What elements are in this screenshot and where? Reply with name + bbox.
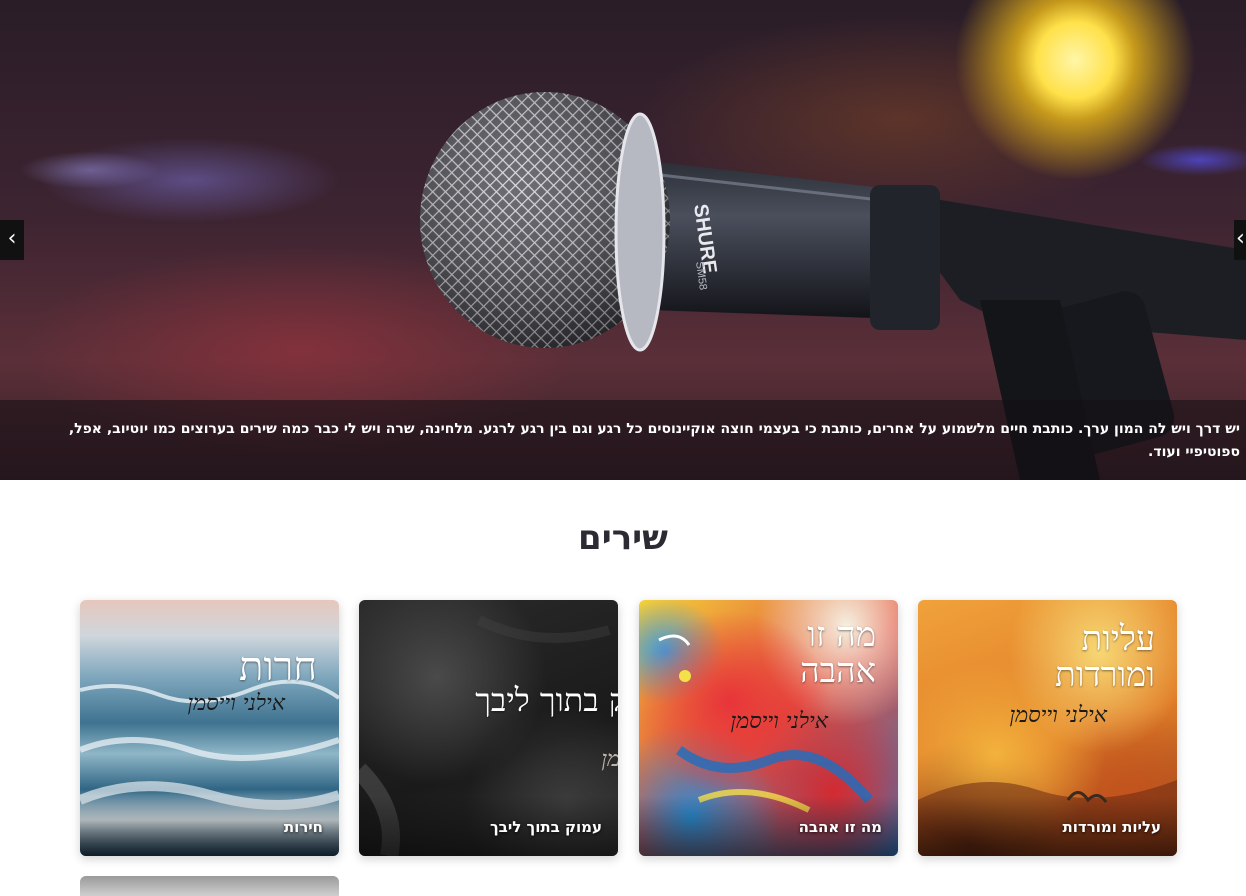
cover-title-line: ומורדות <box>1054 654 1155 695</box>
chevron-icon: ‹ <box>7 226 17 251</box>
hero-caption-text: יש דרך ויש לה המון ערך. כותבת חיים מלשמו… <box>68 421 1240 460</box>
song-card[interactable]: ק בתוך ליבך מן עמוק בתוך ליבך <box>359 600 618 856</box>
cover-title-line: חרות <box>239 644 317 690</box>
song-card-partial[interactable] <box>80 876 339 896</box>
cover-signature: אילני וייסמן <box>187 691 285 716</box>
hero-caption: יש דרך ויש לה המון ערך. כותבת חיים מלשמו… <box>0 400 1246 480</box>
cover-title-line: ק בתוך ליבך <box>475 681 618 719</box>
song-card[interactable]: מה זו אהבה אילני וייסמן מה זו אהבה <box>639 600 898 856</box>
song-title: חירות <box>283 818 323 836</box>
song-title: עליות ומורדות <box>1062 818 1162 836</box>
cover-signature: אילני וייסמן <box>730 709 828 734</box>
cover-signature: מן <box>601 747 618 772</box>
cover-title-line: מה זו <box>807 615 876 655</box>
songs-section-title: שירים <box>578 518 668 558</box>
hero-banner: SHURE SM58 ‹ ‹ יש דרך ויש לה המון ערך. כ… <box>0 0 1246 480</box>
song-card[interactable]: עליות ומורדות אילני וייסמן עליות ומורדות <box>918 600 1177 856</box>
song-card-label: עמוק בתוך ליבך <box>359 796 618 856</box>
cover-title-line: עליות <box>1081 619 1156 659</box>
cover-title-line: אהבה <box>800 650 876 691</box>
song-title: עמוק בתוך ליבך <box>490 818 602 836</box>
slider-prev-button[interactable]: ‹ <box>0 220 24 260</box>
song-card-label: מה זו אהבה <box>639 796 898 856</box>
song-card[interactable]: חרות אילני וייסמן חירות <box>80 600 339 856</box>
song-card-label: עליות ומורדות <box>918 796 1177 856</box>
chevron-icon: ‹ <box>1236 226 1245 251</box>
song-card-label: חירות <box>80 796 339 856</box>
song-title: מה זו אהבה <box>798 818 882 836</box>
cover-signature: אילני וייסמן <box>1009 703 1107 728</box>
slider-next-button[interactable]: ‹ <box>1234 220 1246 260</box>
